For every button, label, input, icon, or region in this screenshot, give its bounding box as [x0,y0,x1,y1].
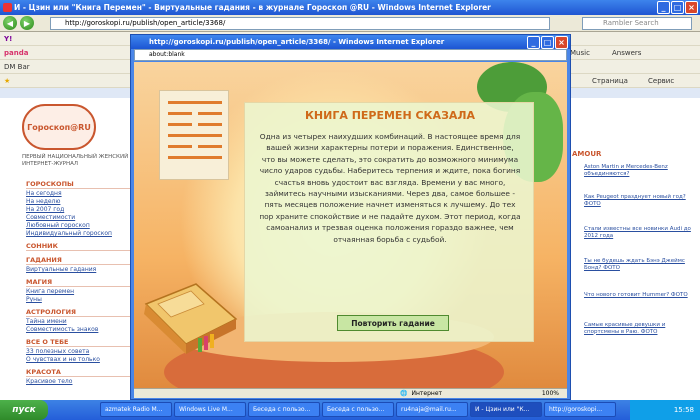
menu-link[interactable]: Книга перемен [26,288,136,295]
oracle-title: КНИГА ПЕРЕМЕН СКАЗАЛА [304,109,476,122]
yahoo-icon[interactable]: Y! [4,35,12,43]
hexagram-line [168,123,192,126]
hexagram-line [168,101,222,104]
page-menu[interactable]: Страница [592,77,628,85]
site-tagline: ПЕРВЫЙ НАЦИОНАЛЬНЫЙ ЖЕНСКИЙ ИНТЕРНЕТ-ЖУР… [22,154,129,167]
menu-link[interactable]: 33 полезных совета [26,348,136,355]
popup-window: http://goroskopi.ru/publish/open_article… [130,34,571,400]
repeat-divination-button[interactable]: Повторить гадание [337,315,449,331]
taskbar-button[interactable]: Беседа с пользо... [322,402,394,417]
popup-close-button[interactable]: × [555,36,568,49]
outer-address-row: ◀ ▶ http://goroskopi.ru/publish/open_art… [0,15,700,32]
menu-category[interactable]: ГОРОСКОПЫ [26,180,136,189]
menu-link[interactable]: На неделю [26,198,136,205]
menu-category[interactable]: МАГИЯ [26,278,136,287]
menu-category[interactable]: СОННИК [26,242,136,251]
oracle-scene: КНИГА ПЕРЕМЕН СКАЗАЛА Одна из четырех на… [134,62,567,388]
taskbar-button[interactable]: Windows Live M... [174,402,246,417]
popup-minimize-button[interactable]: _ [527,36,540,49]
hexagram-line [198,112,222,115]
back-icon[interactable]: ◀ [3,16,17,30]
menu-category[interactable]: АСТРОЛОГИЯ [26,308,136,317]
menu-link[interactable]: Руны [26,296,136,303]
amour-heading: AMOUR [572,150,602,158]
popup-maximize-button[interactable]: □ [541,36,554,49]
globe-icon: 🌐 [400,390,408,397]
menu-link[interactable]: О чувствах и не только [26,356,136,363]
news-link[interactable]: Как Peugeot празднует новый год? ФОТО [584,194,694,207]
oracle-panel: КНИГА ПЕРЕМЕН СКАЗАЛА Одна из четырех на… [244,102,534,342]
popup-address-input[interactable]: about:blank [134,49,567,61]
news-link[interactable]: Aston Martin и Mercedes-Benz объединяютс… [584,164,694,177]
taskbar-button[interactable]: azmatek Radio M... [100,402,172,417]
start-button[interactable]: пуск [0,400,48,420]
maximize-button[interactable]: □ [671,1,684,14]
menu-link[interactable]: Тайна имени [26,318,136,325]
service-menu[interactable]: Сервис [648,77,674,85]
book-illustration [144,283,238,354]
task-buttons: azmatek Radio M... Windows Live M... Бесед… [100,402,616,417]
taskbar-button[interactable]: http://goroskopi... [544,402,616,417]
taskbar-button[interactable]: Беседа с пользо... [248,402,320,417]
menu-link[interactable]: Любовный гороскоп [26,222,136,229]
oracle-text: Одна из четырех наихудших комбинаций. В … [259,132,521,244]
hexagram-line [168,156,222,159]
outer-window-title: И - Цзин или "Книга Перемен" - Виртуальн… [14,3,491,12]
menu-link[interactable]: Индивидуальный гороскоп [26,230,136,237]
dm-bar-icon[interactable]: DM Bar [4,63,30,71]
menu-category[interactable]: ГАДАНИЯ [26,256,136,265]
music-button[interactable]: Music [570,49,590,57]
menu-link[interactable]: На 2007 год [26,206,136,213]
menu-link[interactable]: Виртуальные гадания [26,266,136,273]
menu-category[interactable]: ВСЕ О ТЕБЕ [26,338,136,347]
left-page-column: Гороскоп@RU ПЕРВЫЙ НАЦИОНАЛЬНЫЙ ЖЕНСКИЙ … [0,98,140,398]
hexagram-line [168,145,192,148]
forward-icon[interactable]: ▶ [20,16,34,30]
hexagram-line [198,145,222,148]
news-link[interactable]: Стали известны все новинки Audi до 2012 … [584,226,694,239]
zone-text: Интернет [411,390,442,397]
menu-link[interactable]: Красивое тело [26,378,136,385]
news-link[interactable]: Самые красивые девушки и спортсмены в Ра… [584,322,694,335]
hexagram-card [159,90,229,180]
side-menu: ГОРОСКОПЫ На сегодня На неделю На 2007 год С… [26,176,136,385]
menu-link[interactable]: На сегодня [26,190,136,197]
taskbar-button[interactable]: ru4naja@mail.ru... [396,402,468,417]
taskbar-button[interactable]: И - Цзин или "К... [470,402,542,417]
hexagram-line [168,112,192,115]
menu-link[interactable]: Совместимости [26,214,136,221]
outer-address-input[interactable]: http://goroskopi.ru/publish/open_article… [50,17,550,30]
hexagram-line [198,123,222,126]
popup-title-bar: http://goroskopi.ru/publish/open_article… [131,35,570,49]
ie-icon [3,3,12,12]
zoom-level[interactable]: 100% [542,390,559,397]
panda-icon[interactable]: panda [4,49,28,57]
site-logo[interactable]: Гороскоп@RU [22,104,96,150]
popup-window-controls: _ □ × [527,36,568,49]
favorites-star-icon[interactable]: ★ [4,77,10,85]
hexagram-line [168,134,222,137]
minimize-button[interactable]: _ [657,1,670,14]
window-controls: _ □ × [657,1,698,14]
popup-status-bar: 🌐 Интернет 100% [134,388,567,398]
news-link[interactable]: Ты не будешь ждать Бэнэ Джеймс Бонд? ФОТ… [584,258,694,271]
popup-title: http://goroskopi.ru/publish/open_article… [149,38,445,46]
clock: 15:58 [673,406,694,414]
menu-category[interactable]: КРАСОТА [26,368,136,377]
taskbar: пуск azmatek Radio M... Windows Live M...… [0,400,700,420]
menu-link[interactable]: Совместимость знаков [26,326,136,333]
system-tray: 15:58 [630,400,700,420]
close-button[interactable]: × [685,1,698,14]
outer-window-title-bar: И - Цзин или "Книга Перемен" - Виртуальн… [0,0,700,15]
answers-button[interactable]: Answers [612,49,641,57]
news-link[interactable]: Что нового готовит Hummer? ФОТО [584,292,694,299]
right-news-column: AMOUR Aston Martin и Mercedes-Benz объед… [568,98,700,398]
search-input[interactable]: Rambler Search [582,17,692,30]
